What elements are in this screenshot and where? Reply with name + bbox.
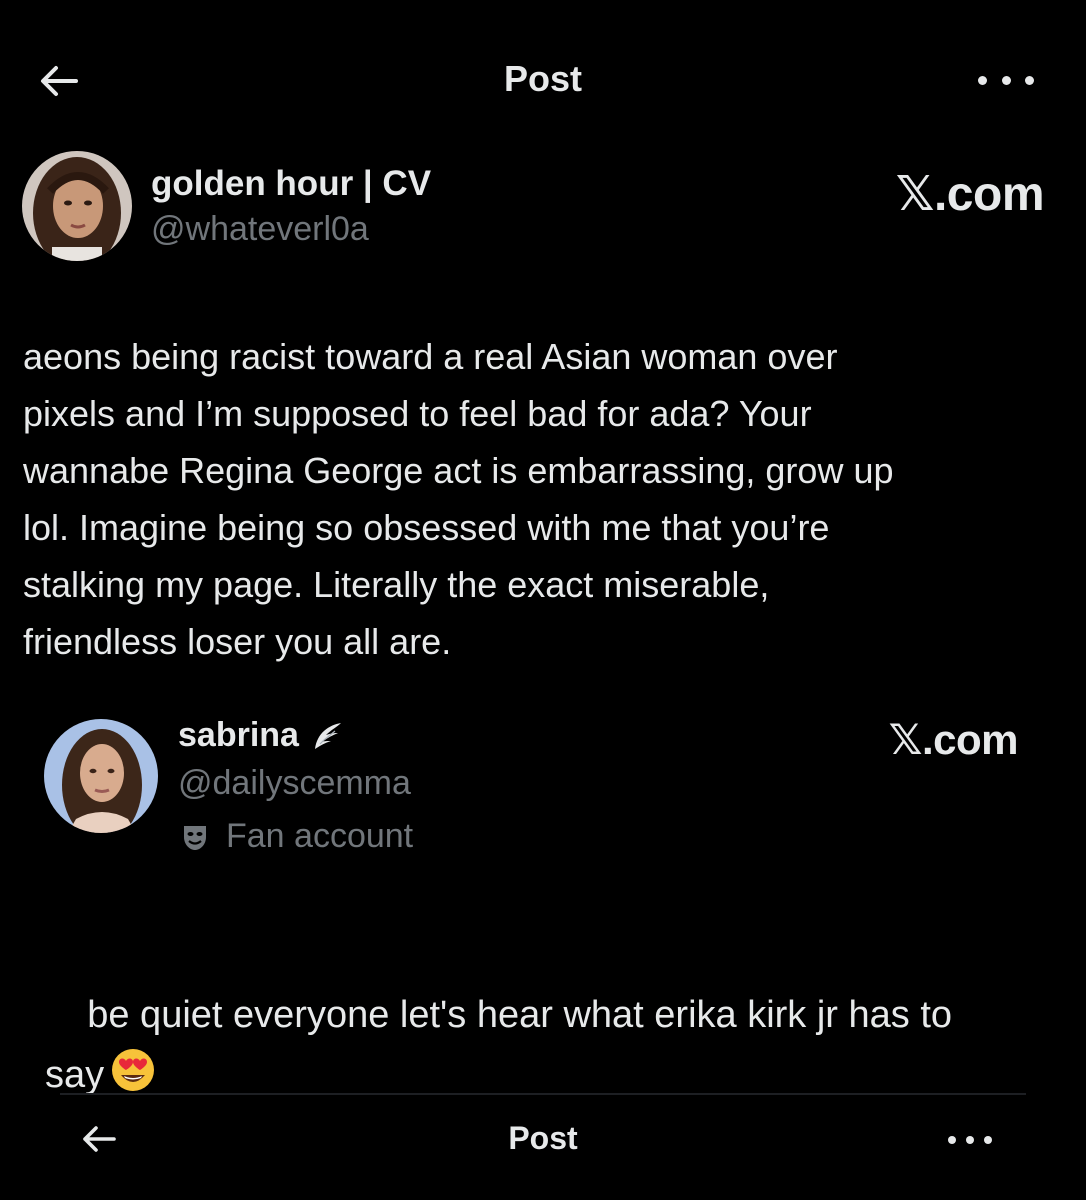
more-dot [1025,75,1034,85]
x-watermark: 𝕏.com [895,168,1045,221]
top-bar: Post [0,40,1086,120]
avatar-golden-hour[interactable] [22,151,132,261]
quoted-user-handle[interactable]: @dailyscemma [178,764,411,803]
quoted-name-text: sabrina [178,716,299,754]
post-text: aeons being racist toward a real Asian w… [23,336,894,662]
more-dot [984,1136,992,1144]
bottom-more-button[interactable] [948,1130,992,1150]
theater-masks-icon [184,825,206,850]
bottom-title: Post [508,1120,578,1156]
fan-account-text: Fan account [226,817,414,855]
display-name[interactable]: golden hour | CV [151,164,431,204]
heart-eyes-emoji [110,1047,156,1111]
divider [60,1093,1026,1095]
avatar-sabrina[interactable] [44,719,158,833]
more-options-button[interactable] [978,62,1034,98]
more-dot [966,1136,974,1144]
quoted-x-watermark: 𝕏.com [888,716,1019,763]
more-horizontal-icon [948,1136,956,1144]
angel-wing-icon [314,722,341,749]
quoted-display-name[interactable]: sabrina [178,716,345,755]
page-title: Post [503,58,582,99]
user-handle[interactable]: @whateverl0a [151,210,369,249]
more-dot [1001,75,1011,85]
quoted-text-line-2: say [45,1054,105,1096]
fan-account-label: Fan account [178,817,413,856]
more-horizontal-icon [978,75,987,85]
quoted-text-line-1: be quiet everyone let's hear what erika … [87,994,953,1036]
